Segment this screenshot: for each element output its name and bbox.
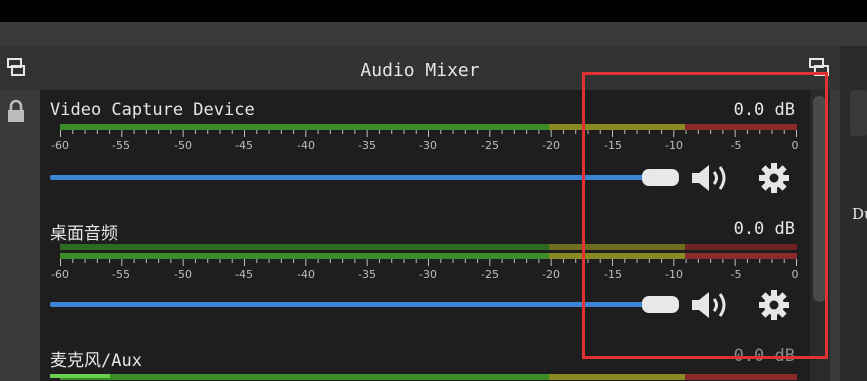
- scale-label: -30: [419, 139, 437, 152]
- scale-label: -35: [358, 139, 376, 152]
- scale-label: -30: [419, 268, 437, 281]
- scale-label: -35: [358, 268, 376, 281]
- highlight-box: [582, 72, 828, 359]
- volume-meter: [60, 374, 797, 380]
- scale-label: -50: [174, 139, 192, 152]
- right-panel-label: Du: [852, 205, 867, 223]
- scale-label: -55: [112, 139, 130, 152]
- scale-label: -60: [51, 139, 69, 152]
- scale-label: -25: [481, 268, 499, 281]
- scale-label: -40: [297, 268, 315, 281]
- scale-label: -60: [51, 268, 69, 281]
- scale-label: -50: [174, 268, 192, 281]
- top-black-bar: [0, 0, 867, 22]
- scale-label: -45: [235, 139, 253, 152]
- channel-name: Video Capture Device: [50, 100, 255, 120]
- scale-label: -45: [235, 268, 253, 281]
- volume-slider-track[interactable]: [50, 175, 647, 180]
- volume-slider-track[interactable]: [50, 302, 647, 307]
- right-panel-box: [850, 90, 867, 136]
- channel-name: 麦克风/Aux: [50, 351, 142, 371]
- scale-label: -25: [481, 139, 499, 152]
- scale-label: -55: [112, 268, 130, 281]
- channel-name: 桌面音频: [50, 224, 118, 244]
- scale-label: -20: [542, 268, 560, 281]
- toolbar-strip: [0, 22, 867, 46]
- lock-icon[interactable]: [6, 98, 26, 124]
- left-dock-gap: [0, 90, 36, 381]
- scale-label: -20: [542, 139, 560, 152]
- level-indicator: [50, 374, 110, 378]
- scale-label: -40: [297, 139, 315, 152]
- dock-title: Audio Mixer: [360, 60, 480, 81]
- dock-float-icon[interactable]: [6, 56, 26, 78]
